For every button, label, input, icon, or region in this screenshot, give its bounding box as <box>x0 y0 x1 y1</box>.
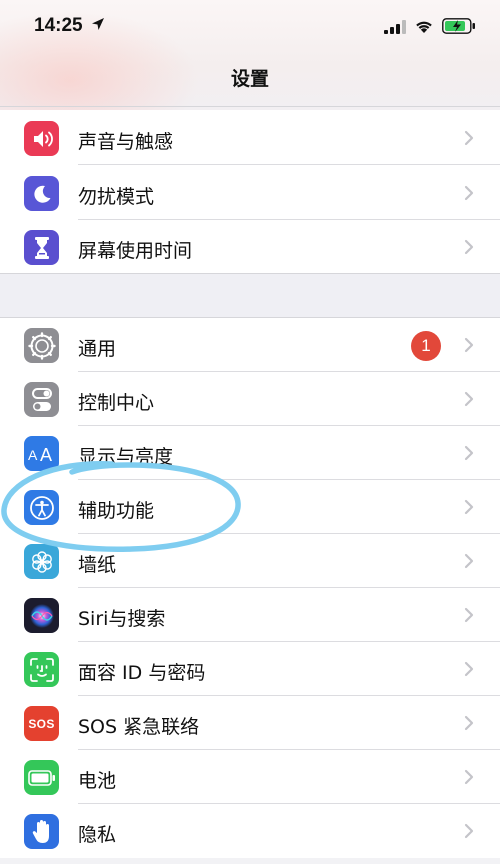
row-label: 屏幕使用时间 <box>78 240 193 262</box>
speaker-icon <box>24 121 59 156</box>
settings-row-emergency-sos[interactable]: SOS SOS 紧急联络 <box>0 696 500 750</box>
nav-divider <box>0 106 500 107</box>
hourglass-icon <box>24 230 59 265</box>
chevron-right-icon <box>464 499 474 515</box>
chevron-right-icon <box>464 823 474 839</box>
row-label: 通用 <box>78 338 117 360</box>
row-label: 电池 <box>78 770 117 792</box>
settings-row-siri-search[interactable]: Siri与搜索 <box>0 588 500 642</box>
face-id-icon <box>24 652 59 687</box>
chevron-right-icon <box>464 239 474 255</box>
chevron-right-icon <box>464 607 474 623</box>
settings-row-sounds-haptics[interactable]: 声音与触感 <box>0 111 500 165</box>
status-time: 14:25 <box>34 15 83 36</box>
chevron-right-icon <box>464 715 474 731</box>
hand-icon <box>24 814 59 849</box>
settings-group-2: 通用 1 控制中心 A A 显示与亮度 辅助功能 墙纸 Siri与搜索 面容 I… <box>0 317 500 864</box>
row-label: 显示与亮度 <box>78 446 174 468</box>
chevron-right-icon <box>464 661 474 677</box>
chevron-right-icon <box>464 185 474 201</box>
text-size-icon: A A <box>24 436 59 471</box>
settings-row-do-not-disturb[interactable]: 勿扰模式 <box>0 166 500 220</box>
row-label: 墙纸 <box>78 554 117 576</box>
settings-row-general[interactable]: 通用 1 <box>0 318 500 372</box>
battery-icon <box>24 760 59 795</box>
settings-row-accessibility[interactable]: 辅助功能 <box>0 480 500 534</box>
accessibility-icon <box>24 490 59 525</box>
row-label: 隐私 <box>78 824 117 846</box>
settings-row-wallpaper[interactable]: 墙纸 <box>0 534 500 588</box>
row-label: 辅助功能 <box>78 500 155 522</box>
chevron-right-icon <box>464 337 474 353</box>
location-arrow-icon <box>92 18 104 30</box>
moon-icon <box>24 176 59 211</box>
sos-icon-text: SOS <box>28 716 55 731</box>
settings-row-battery[interactable]: 电池 <box>0 750 500 804</box>
settings-row-display-brightness[interactable]: A A 显示与亮度 <box>0 426 500 480</box>
chevron-right-icon <box>464 769 474 785</box>
toggles-icon <box>24 382 59 417</box>
svg-text:A: A <box>28 447 38 463</box>
settings-row-control-center[interactable]: 控制中心 <box>0 372 500 426</box>
status-bar: 14:25 <box>0 0 500 56</box>
sos-icon: SOS <box>24 706 59 741</box>
row-label: 声音与触感 <box>78 131 174 153</box>
wifi-icon <box>416 21 432 33</box>
gear-icon <box>24 328 59 363</box>
settings-group-1: 声音与触感 勿扰模式 屏幕使用时间 <box>0 110 500 274</box>
row-label: Siri与搜索 <box>78 608 166 630</box>
row-label: 面容 ID 与密码 <box>78 662 206 684</box>
settings-row-privacy[interactable]: 隐私 <box>0 804 500 858</box>
notification-badge: 1 <box>411 331 441 361</box>
row-label: SOS 紧急联络 <box>78 716 200 738</box>
chevron-right-icon <box>464 391 474 407</box>
chevron-right-icon <box>464 130 474 146</box>
settings-row-screen-time[interactable]: 屏幕使用时间 <box>0 220 500 274</box>
bottom-edge <box>0 858 500 864</box>
row-label: 勿扰模式 <box>78 186 155 208</box>
row-separator <box>78 164 500 165</box>
cellular-signal-icon <box>384 20 406 34</box>
chevron-right-icon <box>464 445 474 461</box>
siri-icon <box>24 598 59 633</box>
battery-charging-icon <box>442 18 475 34</box>
row-label: 控制中心 <box>78 392 155 414</box>
svg-text:A: A <box>40 445 52 464</box>
chevron-right-icon <box>464 553 474 569</box>
flower-icon <box>24 544 59 579</box>
page-title: 设置 <box>230 68 269 90</box>
settings-row-face-id-passcode[interactable]: 面容 ID 与密码 <box>0 642 500 696</box>
